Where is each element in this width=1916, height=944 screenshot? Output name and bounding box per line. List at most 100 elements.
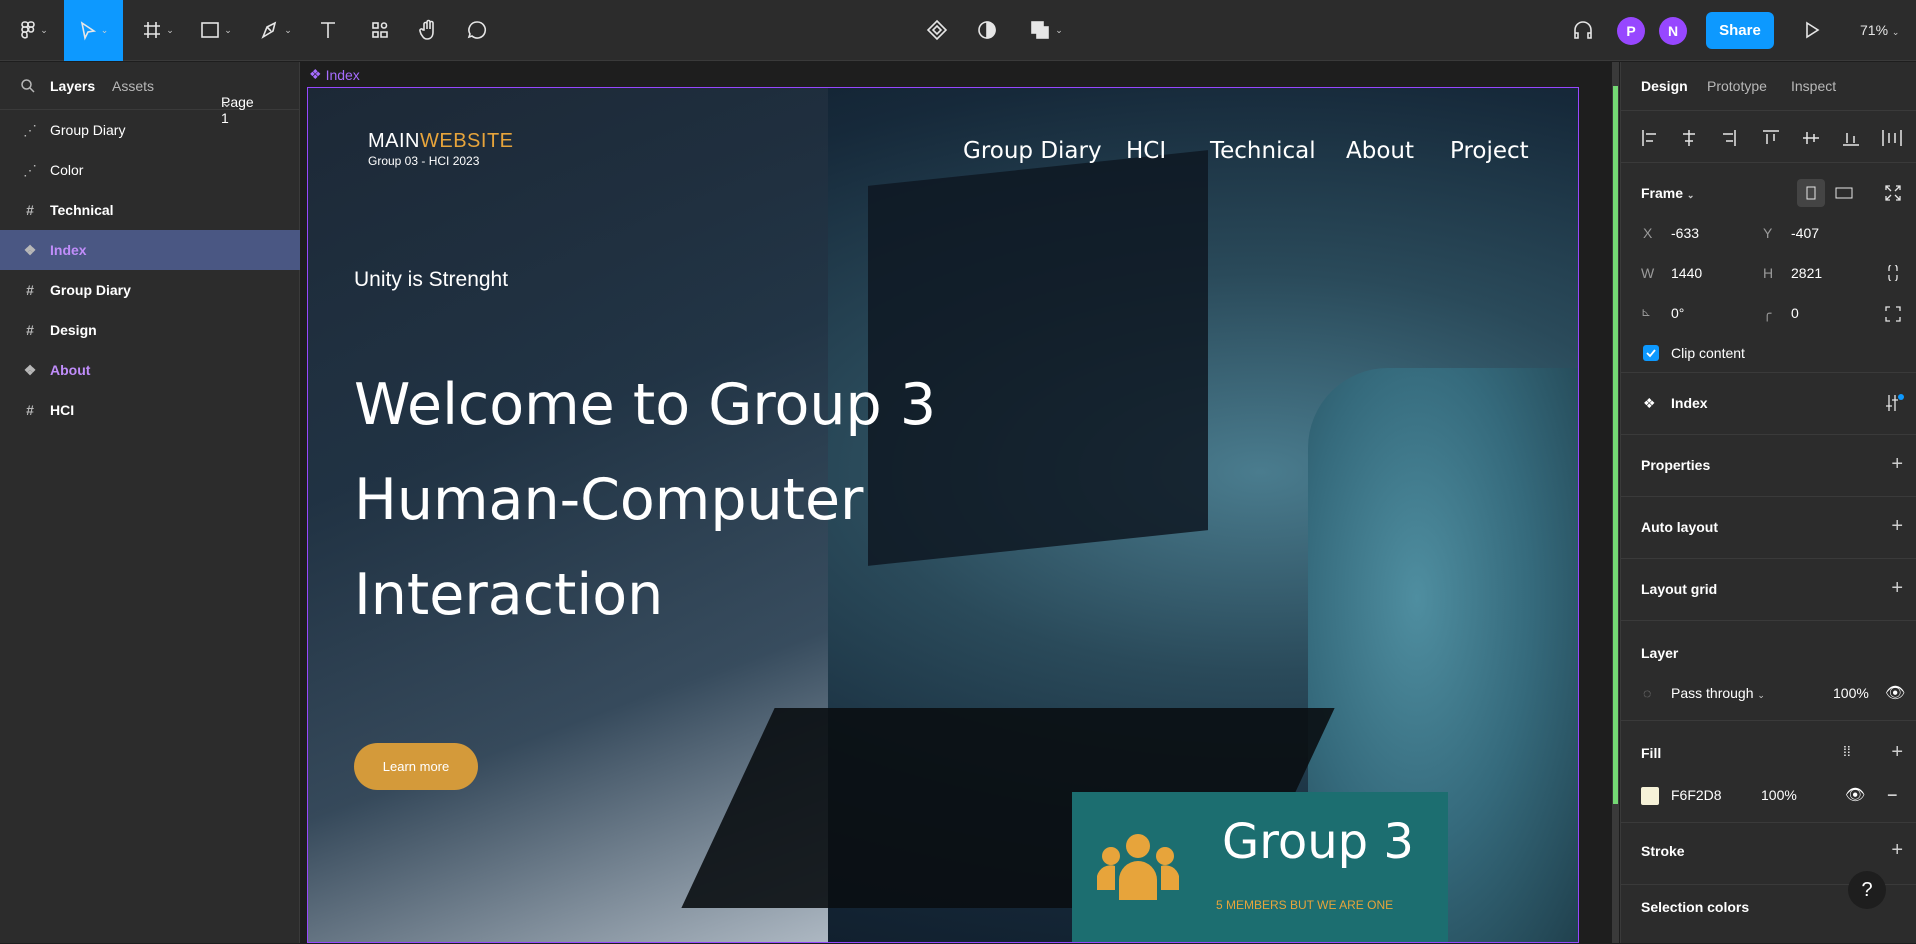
add-stroke-icon[interactable]: + xyxy=(1891,839,1903,862)
mask-button[interactable] xyxy=(972,8,1002,52)
layer-color[interactable]: ⋰ Color xyxy=(0,150,300,190)
resources-icon xyxy=(372,22,388,38)
tab-assets[interactable]: Assets xyxy=(112,78,154,94)
layer-about[interactable]: ❖ About xyxy=(0,350,300,390)
scroll-indicator xyxy=(1612,62,1619,943)
layer-group-diary-2[interactable]: # Group Diary xyxy=(0,270,300,310)
people-icon xyxy=(1097,834,1179,900)
height-input[interactable]: 2821 xyxy=(1791,265,1822,281)
eye-icon[interactable]: 👁 xyxy=(1845,785,1865,805)
learn-more-button[interactable]: Learn more xyxy=(354,743,478,790)
add-layout-grid-icon[interactable]: + xyxy=(1891,577,1903,600)
clip-content-checkbox[interactable] xyxy=(1643,345,1659,361)
pen-icon xyxy=(261,21,277,39)
move-tool-button[interactable]: ⌄ xyxy=(64,0,123,61)
layer-index[interactable]: ❖ Index xyxy=(0,230,300,270)
avatar[interactable]: P xyxy=(1617,17,1645,45)
landscape-icon[interactable] xyxy=(1835,186,1853,200)
avatar[interactable]: N xyxy=(1659,17,1687,45)
portrait-button[interactable] xyxy=(1797,179,1825,207)
component-name: Index xyxy=(1671,395,1708,411)
eye-icon[interactable]: 👁 xyxy=(1885,683,1905,703)
add-property-icon[interactable]: + xyxy=(1891,453,1903,476)
layer-section-label: Layer xyxy=(1641,645,1679,661)
dotted-frame-icon: ⋰ xyxy=(23,161,37,178)
layers-panel-tabs: Layers Assets Page 1 ⌄ xyxy=(0,62,299,126)
play-icon xyxy=(1806,21,1820,39)
fill-hex-input[interactable]: F6F2D8 xyxy=(1671,787,1722,803)
nav-technical[interactable]: Technical xyxy=(1210,138,1316,164)
dotted-frame-icon: ⋰ xyxy=(23,121,37,138)
chevron-down-icon: ⌄ xyxy=(221,94,233,110)
component-icon: ❖ xyxy=(309,66,322,82)
layer-technical[interactable]: # Technical xyxy=(0,190,300,230)
layer-hci[interactable]: # HCI xyxy=(0,390,300,430)
resize-to-fit-icon[interactable] xyxy=(1885,185,1901,201)
component-icon: ❖ xyxy=(23,361,37,378)
boolean-button[interactable]: ⌄ xyxy=(1024,8,1068,52)
main-menu-button[interactable]: ⌄ xyxy=(14,8,54,52)
frame-name: Index xyxy=(325,66,360,83)
fill-color-swatch[interactable] xyxy=(1641,787,1659,805)
fill-opacity-input[interactable]: 100% xyxy=(1761,787,1797,803)
nav-project[interactable]: Project xyxy=(1450,138,1529,164)
layer-design[interactable]: # Design xyxy=(0,310,300,350)
layer-section: Layer ◌ Pass through ⌄ 100% 👁 xyxy=(1621,620,1916,720)
tab-prototype[interactable]: Prototype xyxy=(1707,78,1767,94)
x-input[interactable]: -633 xyxy=(1671,225,1699,241)
frame-label[interactable]: ❖ Index xyxy=(309,66,360,83)
card-title: Group 3 xyxy=(1222,814,1414,870)
independent-corners-icon[interactable] xyxy=(1885,306,1901,322)
logo-main: MAIN xyxy=(368,130,420,152)
figma-logo-icon xyxy=(21,21,36,39)
rotation-input[interactable]: 0° xyxy=(1671,305,1684,321)
search-icon[interactable] xyxy=(20,78,36,94)
component-settings-icon[interactable] xyxy=(1885,393,1905,413)
audio-button[interactable] xyxy=(1568,8,1598,52)
layer-opacity-input[interactable]: 100% xyxy=(1833,685,1869,701)
comment-tool-button[interactable] xyxy=(463,8,491,52)
frame-tool-button[interactable]: ⌄ xyxy=(138,8,178,52)
hand-tool-button[interactable] xyxy=(414,8,442,52)
blend-mode-select[interactable]: Pass through ⌄ xyxy=(1671,685,1765,701)
width-input[interactable]: 1440 xyxy=(1671,265,1702,281)
present-button[interactable] xyxy=(1800,8,1824,52)
text-tool-button[interactable] xyxy=(314,8,342,52)
share-button[interactable]: Share xyxy=(1706,12,1774,49)
text-icon xyxy=(321,22,335,38)
component-button[interactable] xyxy=(922,8,952,52)
tab-design[interactable]: Design xyxy=(1641,78,1688,94)
y-input[interactable]: -407 xyxy=(1791,225,1819,241)
tab-inspect[interactable]: Inspect xyxy=(1791,78,1836,94)
nav-group-diary[interactable]: Group Diary xyxy=(963,138,1102,164)
corner-radius-input[interactable]: 0 xyxy=(1791,305,1799,321)
pen-tool-button[interactable]: ⌄ xyxy=(256,8,296,52)
site-logo[interactable]: MAINWEBSITE Group 03 - HCI 2023 xyxy=(368,130,514,168)
frame-dropdown[interactable]: Frame ⌄ xyxy=(1641,185,1694,201)
constrain-proportions-icon[interactable] xyxy=(1887,265,1899,281)
help-button[interactable]: ? xyxy=(1848,871,1886,909)
fill-styles-icon[interactable]: ⁞⁞ xyxy=(1843,743,1851,759)
zoom-menu[interactable]: 71% ⌄ xyxy=(1860,22,1899,38)
nav-hci[interactable]: HCI xyxy=(1126,138,1166,164)
frame-icon: # xyxy=(26,282,34,298)
contrast-icon xyxy=(978,21,996,39)
stroke-label: Stroke xyxy=(1641,843,1685,859)
add-auto-layout-icon[interactable]: + xyxy=(1891,515,1903,538)
add-fill-icon[interactable]: + xyxy=(1891,741,1903,764)
tab-layers[interactable]: Layers xyxy=(50,78,95,94)
component-section: ❖ Index xyxy=(1621,372,1916,434)
layer-group-diary[interactable]: ⋰ Group Diary xyxy=(0,110,300,150)
hero-line: Human-Computer xyxy=(354,467,864,533)
remove-fill-icon[interactable]: − xyxy=(1887,785,1898,806)
layer-label: Group Diary xyxy=(50,122,126,138)
shape-tool-button[interactable]: ⌄ xyxy=(196,8,236,52)
canvas[interactable]: ❖ Index MAINWEBSITE Group 03 - HCI 2023 G… xyxy=(301,62,1611,943)
x-label: X xyxy=(1643,225,1653,241)
rectangle-icon xyxy=(201,22,220,38)
index-frame[interactable]: MAINWEBSITE Group 03 - HCI 2023 Group Di… xyxy=(307,87,1579,943)
nav-about[interactable]: About xyxy=(1346,138,1414,164)
hero-heading: Welcome to Group 3 Human-Computer Intera… xyxy=(354,358,936,643)
resources-button[interactable] xyxy=(366,8,394,52)
alignment-icons[interactable] xyxy=(1641,129,1911,147)
